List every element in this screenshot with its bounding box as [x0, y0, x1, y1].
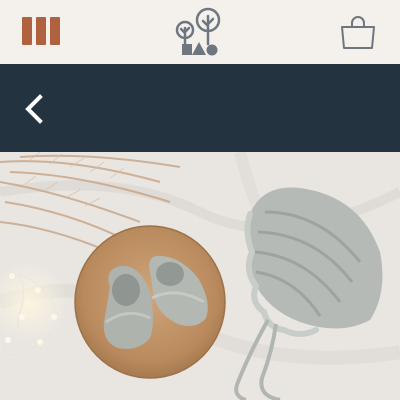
hero-product-image — [0, 152, 400, 400]
shopping-bag-icon — [341, 16, 375, 49]
brand-logo-icon[interactable] — [170, 4, 230, 60]
cart-button[interactable] — [338, 14, 378, 52]
page — [0, 0, 400, 400]
menu-icon-bar — [36, 17, 46, 45]
back-button[interactable] — [18, 92, 52, 126]
menu-icon-bar — [22, 17, 32, 45]
sub-header-bar — [0, 64, 400, 152]
chevron-left-icon — [25, 94, 43, 124]
top-header — [0, 0, 400, 64]
menu-icon-bar — [50, 17, 60, 45]
menu-button[interactable] — [20, 17, 60, 47]
